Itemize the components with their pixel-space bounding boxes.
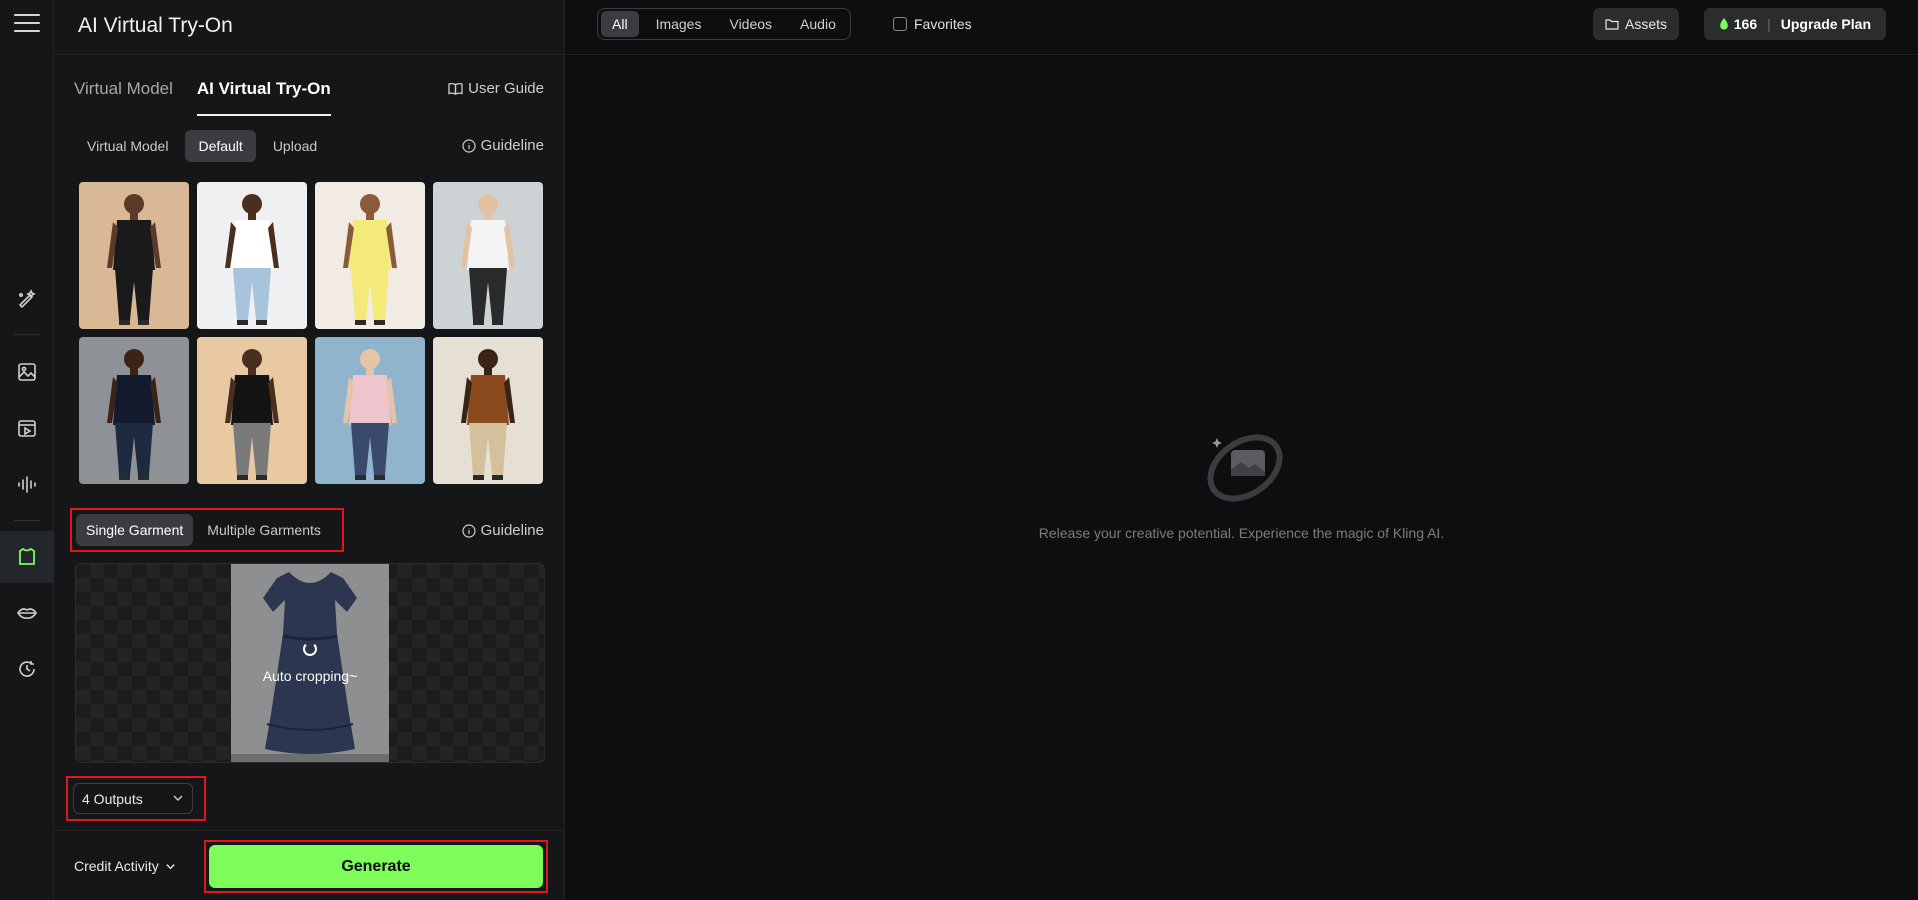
empty-state: Release your creative potential. Experie… bbox=[565, 430, 1918, 541]
model-thumbnail[interactable] bbox=[315, 182, 425, 329]
magic-brush-icon[interactable] bbox=[13, 285, 41, 313]
garment-guideline-link[interactable]: Guideline bbox=[462, 522, 544, 539]
model-thumbnail[interactable] bbox=[433, 182, 543, 329]
tryon-icon[interactable] bbox=[13, 543, 41, 571]
video-icon[interactable] bbox=[13, 414, 41, 442]
model-thumbnail[interactable] bbox=[79, 337, 189, 484]
top-bar: All Images Videos Audio Favorites Assets… bbox=[565, 0, 1918, 55]
outputs-select[interactable]: 4 Outputs bbox=[73, 783, 193, 814]
guideline-label: Guideline bbox=[480, 522, 544, 539]
assets-button[interactable]: Assets bbox=[1592, 8, 1679, 40]
garment-upload-area[interactable]: Auto cropping~ bbox=[75, 563, 545, 763]
tab-source-upload[interactable]: Upload bbox=[260, 130, 330, 162]
garment-mode-tabs: Single Garment Multiple Garments bbox=[70, 508, 344, 552]
gallery-placeholder-icon bbox=[1206, 434, 1283, 502]
page-title: AI Virtual Try-On bbox=[78, 14, 233, 37]
menu-icon[interactable] bbox=[14, 14, 40, 34]
tab-virtual-model[interactable]: Virtual Model bbox=[74, 76, 173, 110]
auto-cropping-status: Auto cropping~ bbox=[262, 668, 358, 684]
credit-activity-label: Credit Activity bbox=[74, 858, 159, 874]
empty-state-message: Release your creative potential. Experie… bbox=[1038, 525, 1445, 541]
credit-drop-icon bbox=[1719, 17, 1728, 30]
image-icon[interactable] bbox=[13, 358, 41, 386]
tab-source-virtual-model[interactable]: Virtual Model bbox=[74, 130, 181, 162]
credit-balance: 166 bbox=[1733, 16, 1758, 32]
assets-label: Assets bbox=[1624, 16, 1667, 32]
outputs-value: 4 Outputs bbox=[82, 791, 143, 807]
loading-spinner bbox=[303, 642, 317, 656]
history-icon[interactable] bbox=[13, 655, 41, 683]
model-source-tabs: Virtual Model Default Upload bbox=[74, 130, 330, 162]
chevron-down-icon bbox=[166, 863, 175, 869]
filter-videos[interactable]: Videos bbox=[718, 11, 783, 37]
generate-highlight: Generate bbox=[204, 840, 548, 893]
book-icon bbox=[448, 82, 463, 95]
mode-tabs: Virtual Model AI Virtual Try-On bbox=[74, 76, 331, 116]
model-thumbnail[interactable] bbox=[315, 337, 425, 484]
icon-rail bbox=[0, 0, 54, 900]
upgrade-plan-button[interactable]: Upgrade Plan bbox=[1781, 16, 1871, 32]
generate-button[interactable]: Generate bbox=[209, 845, 543, 888]
tab-source-default[interactable]: Default bbox=[185, 130, 256, 162]
favorites-label: Favorites bbox=[914, 16, 972, 32]
model-thumbnail[interactable] bbox=[197, 182, 307, 329]
model-thumbnail[interactable] bbox=[79, 182, 189, 329]
credit-activity-dropdown[interactable]: Credit Activity bbox=[74, 858, 176, 874]
lips-icon[interactable] bbox=[13, 599, 41, 627]
credits-upgrade[interactable]: 166 | Upgrade Plan bbox=[1703, 8, 1886, 40]
outputs-highlight: 4 Outputs bbox=[66, 776, 206, 821]
user-guide-link[interactable]: User Guide bbox=[448, 80, 544, 97]
filter-audio[interactable]: Audio bbox=[789, 11, 847, 37]
checkbox-icon bbox=[893, 17, 907, 31]
tab-ai-virtual-try-on[interactable]: AI Virtual Try-On bbox=[196, 76, 331, 116]
tryon-panel: AI Virtual Try-On Virtual Model AI Virtu… bbox=[54, 0, 565, 900]
model-guideline-link[interactable]: Guideline bbox=[462, 137, 544, 154]
model-grid bbox=[79, 182, 543, 484]
model-thumbnail[interactable] bbox=[433, 337, 543, 484]
model-thumbnail[interactable] bbox=[197, 337, 307, 484]
filter-all[interactable]: All bbox=[601, 11, 639, 37]
guideline-label: Guideline bbox=[480, 137, 544, 154]
panel-header: AI Virtual Try-On bbox=[54, 0, 564, 55]
tab-single-garment[interactable]: Single Garment bbox=[76, 514, 194, 546]
chevron-down-icon bbox=[173, 795, 183, 801]
filter-images[interactable]: Images bbox=[645, 11, 713, 37]
folder-icon bbox=[1605, 19, 1619, 30]
info-icon bbox=[462, 523, 476, 538]
garment-image: Auto cropping~ bbox=[231, 564, 389, 762]
user-guide-label: User Guide bbox=[468, 80, 544, 97]
media-filter: All Images Videos Audio bbox=[597, 8, 851, 40]
audio-wave-icon[interactable] bbox=[13, 470, 41, 498]
tab-multiple-garments[interactable]: Multiple Garments bbox=[197, 514, 331, 546]
favorites-checkbox[interactable]: Favorites bbox=[893, 16, 972, 32]
info-icon bbox=[462, 138, 476, 153]
